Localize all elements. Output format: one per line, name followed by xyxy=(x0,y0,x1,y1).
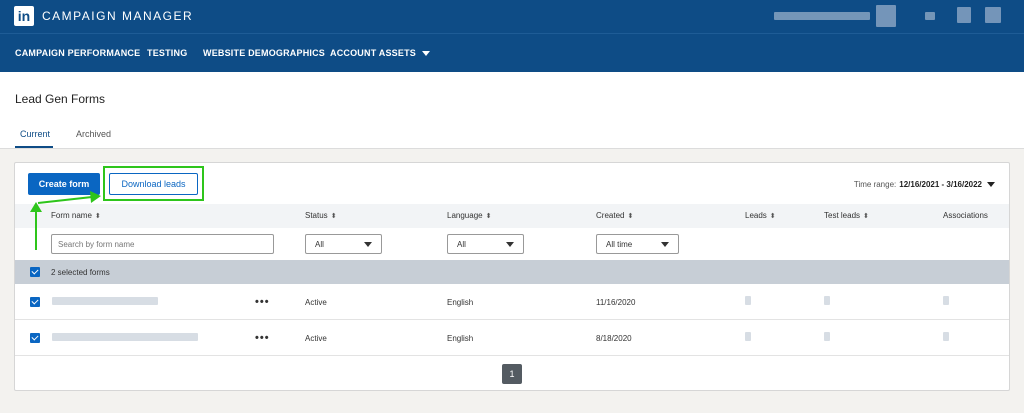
account-avatar-redacted[interactable] xyxy=(876,5,896,27)
tab-current[interactable]: Current xyxy=(20,129,50,139)
time-range-label: Time range: xyxy=(853,180,897,189)
table-row: ••• Active English 11/16/2020 xyxy=(15,284,1009,320)
tab-archived[interactable]: Archived xyxy=(76,129,111,139)
search-input[interactable] xyxy=(51,234,274,254)
chevron-down-icon xyxy=(364,242,372,247)
linkedin-logo-icon[interactable]: in xyxy=(14,6,34,26)
row-checkbox[interactable] xyxy=(30,297,40,307)
sort-icon: ⬍ xyxy=(485,212,492,220)
language-filter-select[interactable]: All xyxy=(447,234,524,254)
create-form-button[interactable]: Create form xyxy=(28,173,100,195)
nav-testing[interactable]: TESTING xyxy=(147,48,187,58)
chevron-down-icon xyxy=(661,242,669,247)
nav-campaign-performance[interactable]: CAMPAIGN PERFORMANCE xyxy=(15,48,140,58)
chevron-down-icon xyxy=(506,242,514,247)
row-status: Active xyxy=(305,334,327,343)
form-name-redacted[interactable] xyxy=(52,333,198,341)
row-language: English xyxy=(447,298,474,307)
chevron-down-icon xyxy=(987,182,995,188)
associations-redacted xyxy=(943,296,949,305)
sort-icon: ⬍ xyxy=(94,212,101,220)
selection-bar: 2 selected forms xyxy=(15,260,1009,284)
nav-account-assets[interactable]: ACCOUNT ASSETS xyxy=(330,48,430,58)
status-filter-select[interactable]: All xyxy=(305,234,382,254)
column-language[interactable]: Language ⬍ xyxy=(447,211,491,220)
column-test-leads[interactable]: Test leads ⬍ xyxy=(824,211,869,220)
row-checkbox[interactable] xyxy=(30,333,40,343)
main-nav: CAMPAIGN PERFORMANCE TESTING WEBSITE DEM… xyxy=(0,33,1024,72)
test-leads-redacted xyxy=(824,296,830,305)
column-created[interactable]: Created ⬍ xyxy=(596,211,633,220)
row-created: 8/18/2020 xyxy=(596,334,632,343)
row-status: Active xyxy=(305,298,327,307)
column-status[interactable]: Status ⬍ xyxy=(305,211,337,220)
download-leads-button[interactable]: Download leads xyxy=(109,173,198,195)
leads-redacted xyxy=(745,296,751,305)
test-leads-redacted xyxy=(824,332,830,341)
sort-icon: ⬍ xyxy=(863,212,869,220)
row-created: 11/16/2020 xyxy=(596,298,636,307)
sort-icon: ⬍ xyxy=(330,212,337,220)
form-name-redacted[interactable] xyxy=(52,297,158,305)
sort-icon: ⬍ xyxy=(769,212,776,220)
time-range-picker[interactable]: Time range: 12/16/2021 - 3/16/2022 xyxy=(854,180,995,189)
more-options-icon[interactable]: ••• xyxy=(255,296,270,308)
sort-icon: ⬍ xyxy=(627,212,634,220)
chevron-down-icon xyxy=(421,51,430,57)
column-leads[interactable]: Leads ⬍ xyxy=(745,211,776,220)
profile-avatar-redacted[interactable] xyxy=(957,7,971,23)
leads-redacted xyxy=(745,332,751,341)
time-range-value: 12/16/2021 - 3/16/2022 xyxy=(899,180,982,189)
table-row: ••• Active English 8/18/2020 xyxy=(15,320,1009,356)
account-name-redacted xyxy=(774,12,870,20)
more-options-icon[interactable]: ••• xyxy=(255,332,270,344)
select-all-checkbox[interactable] xyxy=(30,267,40,277)
pagination-page-button[interactable]: 1 xyxy=(502,364,522,384)
app-title: CAMPAIGN MANAGER xyxy=(42,9,194,23)
selection-count: 2 selected forms xyxy=(51,268,110,277)
filter-row: All All All time xyxy=(15,228,1009,260)
table-header: Form name ⬍ Status ⬍ Language ⬍ Created ⬍ Le… xyxy=(15,204,1009,228)
active-tab-indicator xyxy=(15,146,53,148)
notifications-redacted[interactable] xyxy=(925,12,935,20)
column-form-name[interactable]: Form name ⬍ xyxy=(51,211,101,220)
created-filter-select[interactable]: All time xyxy=(596,234,679,254)
nav-account-assets-label: ACCOUNT ASSETS xyxy=(330,48,416,58)
top-header: in CAMPAIGN MANAGER xyxy=(0,0,1024,33)
column-associations: Associations xyxy=(943,211,988,220)
menu-avatar-redacted[interactable] xyxy=(985,7,1001,23)
page-header: Lead Gen Forms Current Archived xyxy=(0,72,1024,149)
forms-card: Create form Download leads Time range: 12… xyxy=(14,162,1010,391)
page-title: Lead Gen Forms xyxy=(15,92,106,106)
nav-website-demographics[interactable]: WEBSITE DEMOGRAPHICS xyxy=(203,48,325,58)
row-language: English xyxy=(447,334,474,343)
associations-redacted xyxy=(943,332,949,341)
